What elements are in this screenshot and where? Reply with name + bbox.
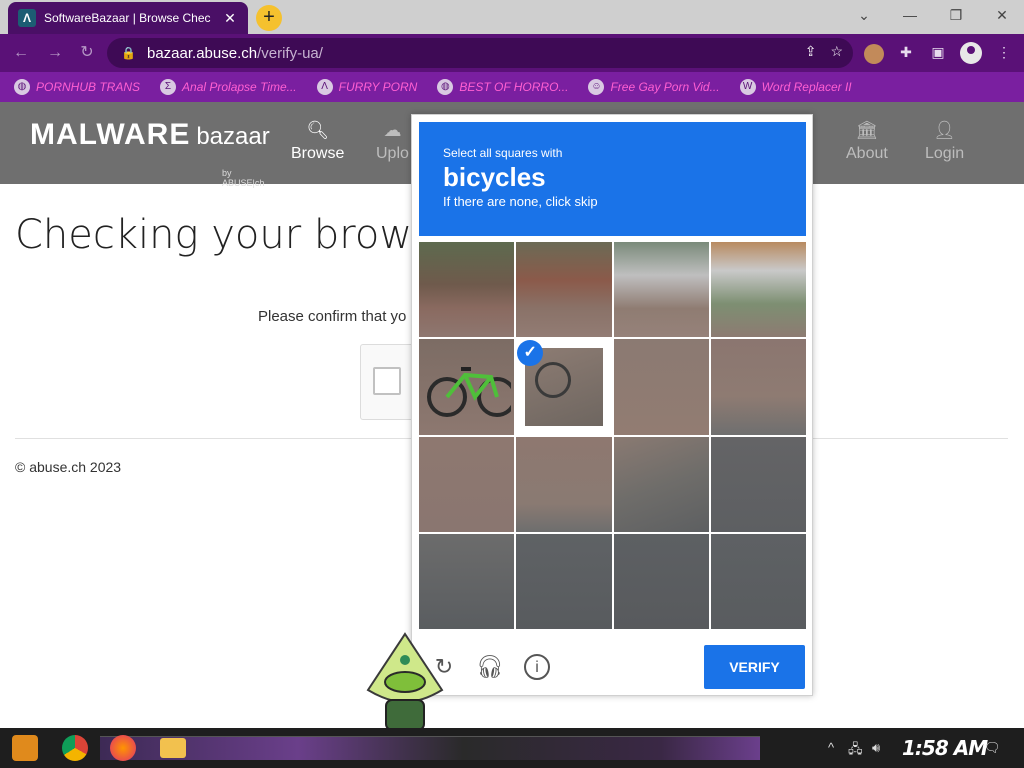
challenge-tile[interactable] — [710, 533, 806, 629]
page-title: Checking your browser — [15, 212, 474, 258]
extension-profile-icon[interactable] — [864, 44, 884, 64]
building-icon: 🏛︎ — [855, 120, 879, 140]
restore-button[interactable]: ❐ — [936, 0, 976, 30]
bookmarks-bar: ◍ PORNHUB TRANS Σ Anal Prolapse Time... ΛF… — [0, 72, 1024, 102]
nav-about[interactable]: 🏛︎ About — [846, 120, 888, 163]
tab-title: SoftwareBazaar | Browse Chec — [44, 11, 211, 25]
challenge-tile[interactable] — [613, 436, 709, 532]
bookmark-item[interactable]: Σ Anal Prolapse Time... — [160, 79, 297, 95]
search-icon: 🔍︎ — [306, 120, 330, 140]
challenge-tile[interactable] — [613, 533, 709, 629]
tab-search-icon[interactable]: ⌄ — [844, 0, 884, 30]
challenge-tile[interactable] — [710, 436, 806, 532]
lambda-icon: Λ — [316, 79, 333, 95]
bookmark-item[interactable]: Λ FURRY PORN — [316, 79, 417, 95]
new-tab-button[interactable]: + — [256, 5, 282, 31]
challenge-tile-selected[interactable]: ✓ — [516, 339, 612, 435]
challenge-tile[interactable] — [710, 242, 806, 338]
challenge-hint: If there are none, click skip — [443, 194, 598, 209]
tab-favicon-icon: Λ — [18, 9, 36, 27]
challenge-tile[interactable] — [710, 339, 806, 435]
browser-toolbar: ← → ↻ 🔒 bazaar.abuse.ch/verify-ua/ ⇪ ☆ ✚… — [0, 34, 1024, 72]
taskbar-decoration — [100, 736, 760, 760]
nav-login[interactable]: 👤︎ Login — [925, 120, 964, 163]
tab-close-icon[interactable]: ✕ — [222, 10, 238, 27]
nav-browse[interactable]: 🔍︎ Browse — [291, 120, 344, 163]
notifications-icon[interactable]: 🗨 — [984, 740, 1001, 756]
copyright: © abuse.ch 2023 — [15, 459, 122, 475]
bicycle-image — [427, 367, 511, 418]
challenge-tile[interactable] — [419, 533, 515, 629]
captcha-challenge: Select all squares with bicycles If ther… — [411, 114, 813, 696]
menu-kebab-icon[interactable]: ⋮ — [994, 44, 1014, 64]
challenge-tile[interactable] — [419, 436, 515, 532]
close-window-button[interactable]: ✕ — [982, 0, 1022, 30]
forward-button[interactable]: → — [42, 41, 68, 67]
challenge-tile[interactable] — [516, 242, 612, 338]
user-icon: 👤︎ — [933, 120, 956, 140]
challenge-instruction: Select all squares with — [443, 146, 563, 160]
taskbar: ^ 🖧 🔊︎ 1:58 AM 🗨 — [0, 728, 1024, 768]
extensions-puzzle-icon[interactable]: ✚ — [896, 44, 916, 64]
challenge-tile[interactable] — [613, 339, 709, 435]
wr-icon: W — [739, 79, 756, 95]
tray-chevron-icon[interactable]: ^ — [828, 740, 834, 755]
globe-icon: ◍ — [437, 79, 454, 95]
challenge-tile[interactable] — [613, 242, 709, 338]
bookmark-item[interactable]: ☺ Free Gay Porn Vid... — [588, 79, 720, 95]
address-bar[interactable]: 🔒 bazaar.abuse.ch/verify-ua/ ⇪ ☆ — [107, 38, 853, 68]
bookmark-item[interactable]: W Word Replacer II — [739, 79, 852, 95]
challenge-grid: ✓ — [419, 242, 806, 629]
globe-icon: ◍ — [14, 79, 30, 95]
challenge-target: bicycles — [443, 162, 546, 192]
challenge-tile[interactable] — [419, 242, 515, 338]
tab-strip: Λ SoftwareBazaar | Browse Chec ✕ + ⌄ — ❐… — [0, 0, 1024, 34]
desktop-mascot-image — [366, 632, 444, 730]
bookmark-star-icon[interactable]: ☆ — [830, 43, 843, 60]
challenge-tile[interactable] — [516, 533, 612, 629]
cloud-upload-icon: ☁ — [383, 120, 402, 140]
chrome-icon[interactable] — [62, 735, 88, 761]
side-panel-icon[interactable]: ▣ — [928, 44, 948, 64]
back-button[interactable]: ← — [8, 41, 34, 67]
site-logo[interactable]: MALWARE bazaar by ABUSE|ch — [30, 118, 270, 188]
file-explorer-icon[interactable] — [160, 738, 186, 758]
face-icon: ☺ — [588, 79, 605, 95]
headphones-audio-icon[interactable]: 🎧︎ — [476, 653, 504, 681]
taskbar-clock[interactable]: 1:58 AM — [902, 736, 988, 760]
bookmark-item[interactable]: ◍ BEST OF HORRO... — [437, 79, 568, 95]
url-path: /verify-ua/ — [257, 44, 323, 62]
minimize-button[interactable]: — — [890, 0, 930, 30]
share-icon[interactable]: ⇪ — [805, 43, 817, 60]
confirm-text: Please confirm that yo — [258, 308, 407, 325]
volume-icon[interactable]: 🔊︎ — [872, 740, 880, 756]
challenge-banner: Select all squares with bicycles If ther… — [419, 122, 806, 236]
info-icon[interactable]: i — [524, 654, 550, 680]
profile-avatar-icon[interactable] — [960, 42, 982, 64]
firefox-icon[interactable] — [110, 735, 136, 761]
challenge-tile[interactable] — [419, 339, 515, 435]
lock-icon: 🔒 — [121, 46, 136, 60]
reload-button[interactable]: ↻ — [74, 41, 100, 67]
url-host: bazaar.abuse.ch — [147, 44, 258, 62]
bracket-icon: Σ — [160, 79, 177, 95]
challenge-tile[interactable] — [516, 436, 612, 532]
challenge-footer: ↻ 🎧︎ i VERIFY — [412, 639, 812, 695]
nav-upload[interactable]: ☁ Uplo — [376, 120, 409, 163]
network-icon[interactable]: 🖧 — [848, 740, 863, 762]
captcha-checkbox[interactable] — [373, 367, 401, 395]
browser-tab[interactable]: Λ SoftwareBazaar | Browse Chec ✕ — [8, 2, 248, 34]
start-button-icon[interactable] — [12, 735, 38, 761]
verify-button[interactable]: VERIFY — [704, 645, 805, 689]
bookmark-item[interactable]: ◍ PORNHUB TRANS — [14, 79, 140, 95]
